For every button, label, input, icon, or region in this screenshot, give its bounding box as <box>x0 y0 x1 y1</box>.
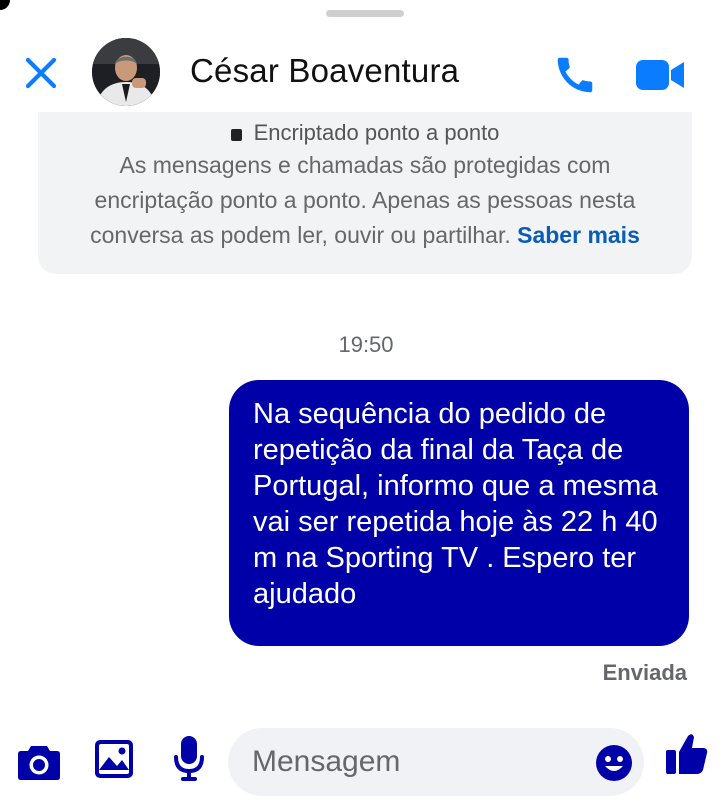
contact-name[interactable]: César Boaventura <box>190 52 459 90</box>
screen-corner <box>0 0 10 10</box>
message-input[interactable] <box>228 728 644 796</box>
image-icon[interactable] <box>95 740 133 778</box>
encryption-notice: Encriptado ponto a ponto As mensagens e … <box>38 112 692 274</box>
chat-header: César Boaventura <box>0 32 720 112</box>
message-timestamp: 19:50 <box>338 332 394 357</box>
avatar[interactable] <box>92 38 160 106</box>
microphone-icon[interactable] <box>174 736 204 782</box>
camera-icon[interactable] <box>18 742 60 780</box>
video-camera-icon[interactable] <box>636 58 684 92</box>
encryption-body: As mensagens e chamadas são protegidas c… <box>58 148 672 253</box>
encryption-title: Encriptado ponto a ponto <box>38 120 692 146</box>
lock-icon <box>230 129 242 141</box>
learn-more-link[interactable]: Saber mais <box>517 222 640 248</box>
outgoing-message-bubble[interactable]: Na sequência do pedido de repetição da f… <box>229 380 689 646</box>
close-icon[interactable] <box>22 54 60 92</box>
phone-icon[interactable] <box>552 52 598 98</box>
encryption-title-text: Encriptado ponto a ponto <box>253 120 500 145</box>
message-composer <box>0 724 720 802</box>
thumbs-up-icon[interactable] <box>666 732 708 776</box>
message-status: Enviada <box>602 660 687 685</box>
sheet-drag-handle[interactable] <box>326 10 404 17</box>
emoji-icon[interactable] <box>595 744 633 782</box>
